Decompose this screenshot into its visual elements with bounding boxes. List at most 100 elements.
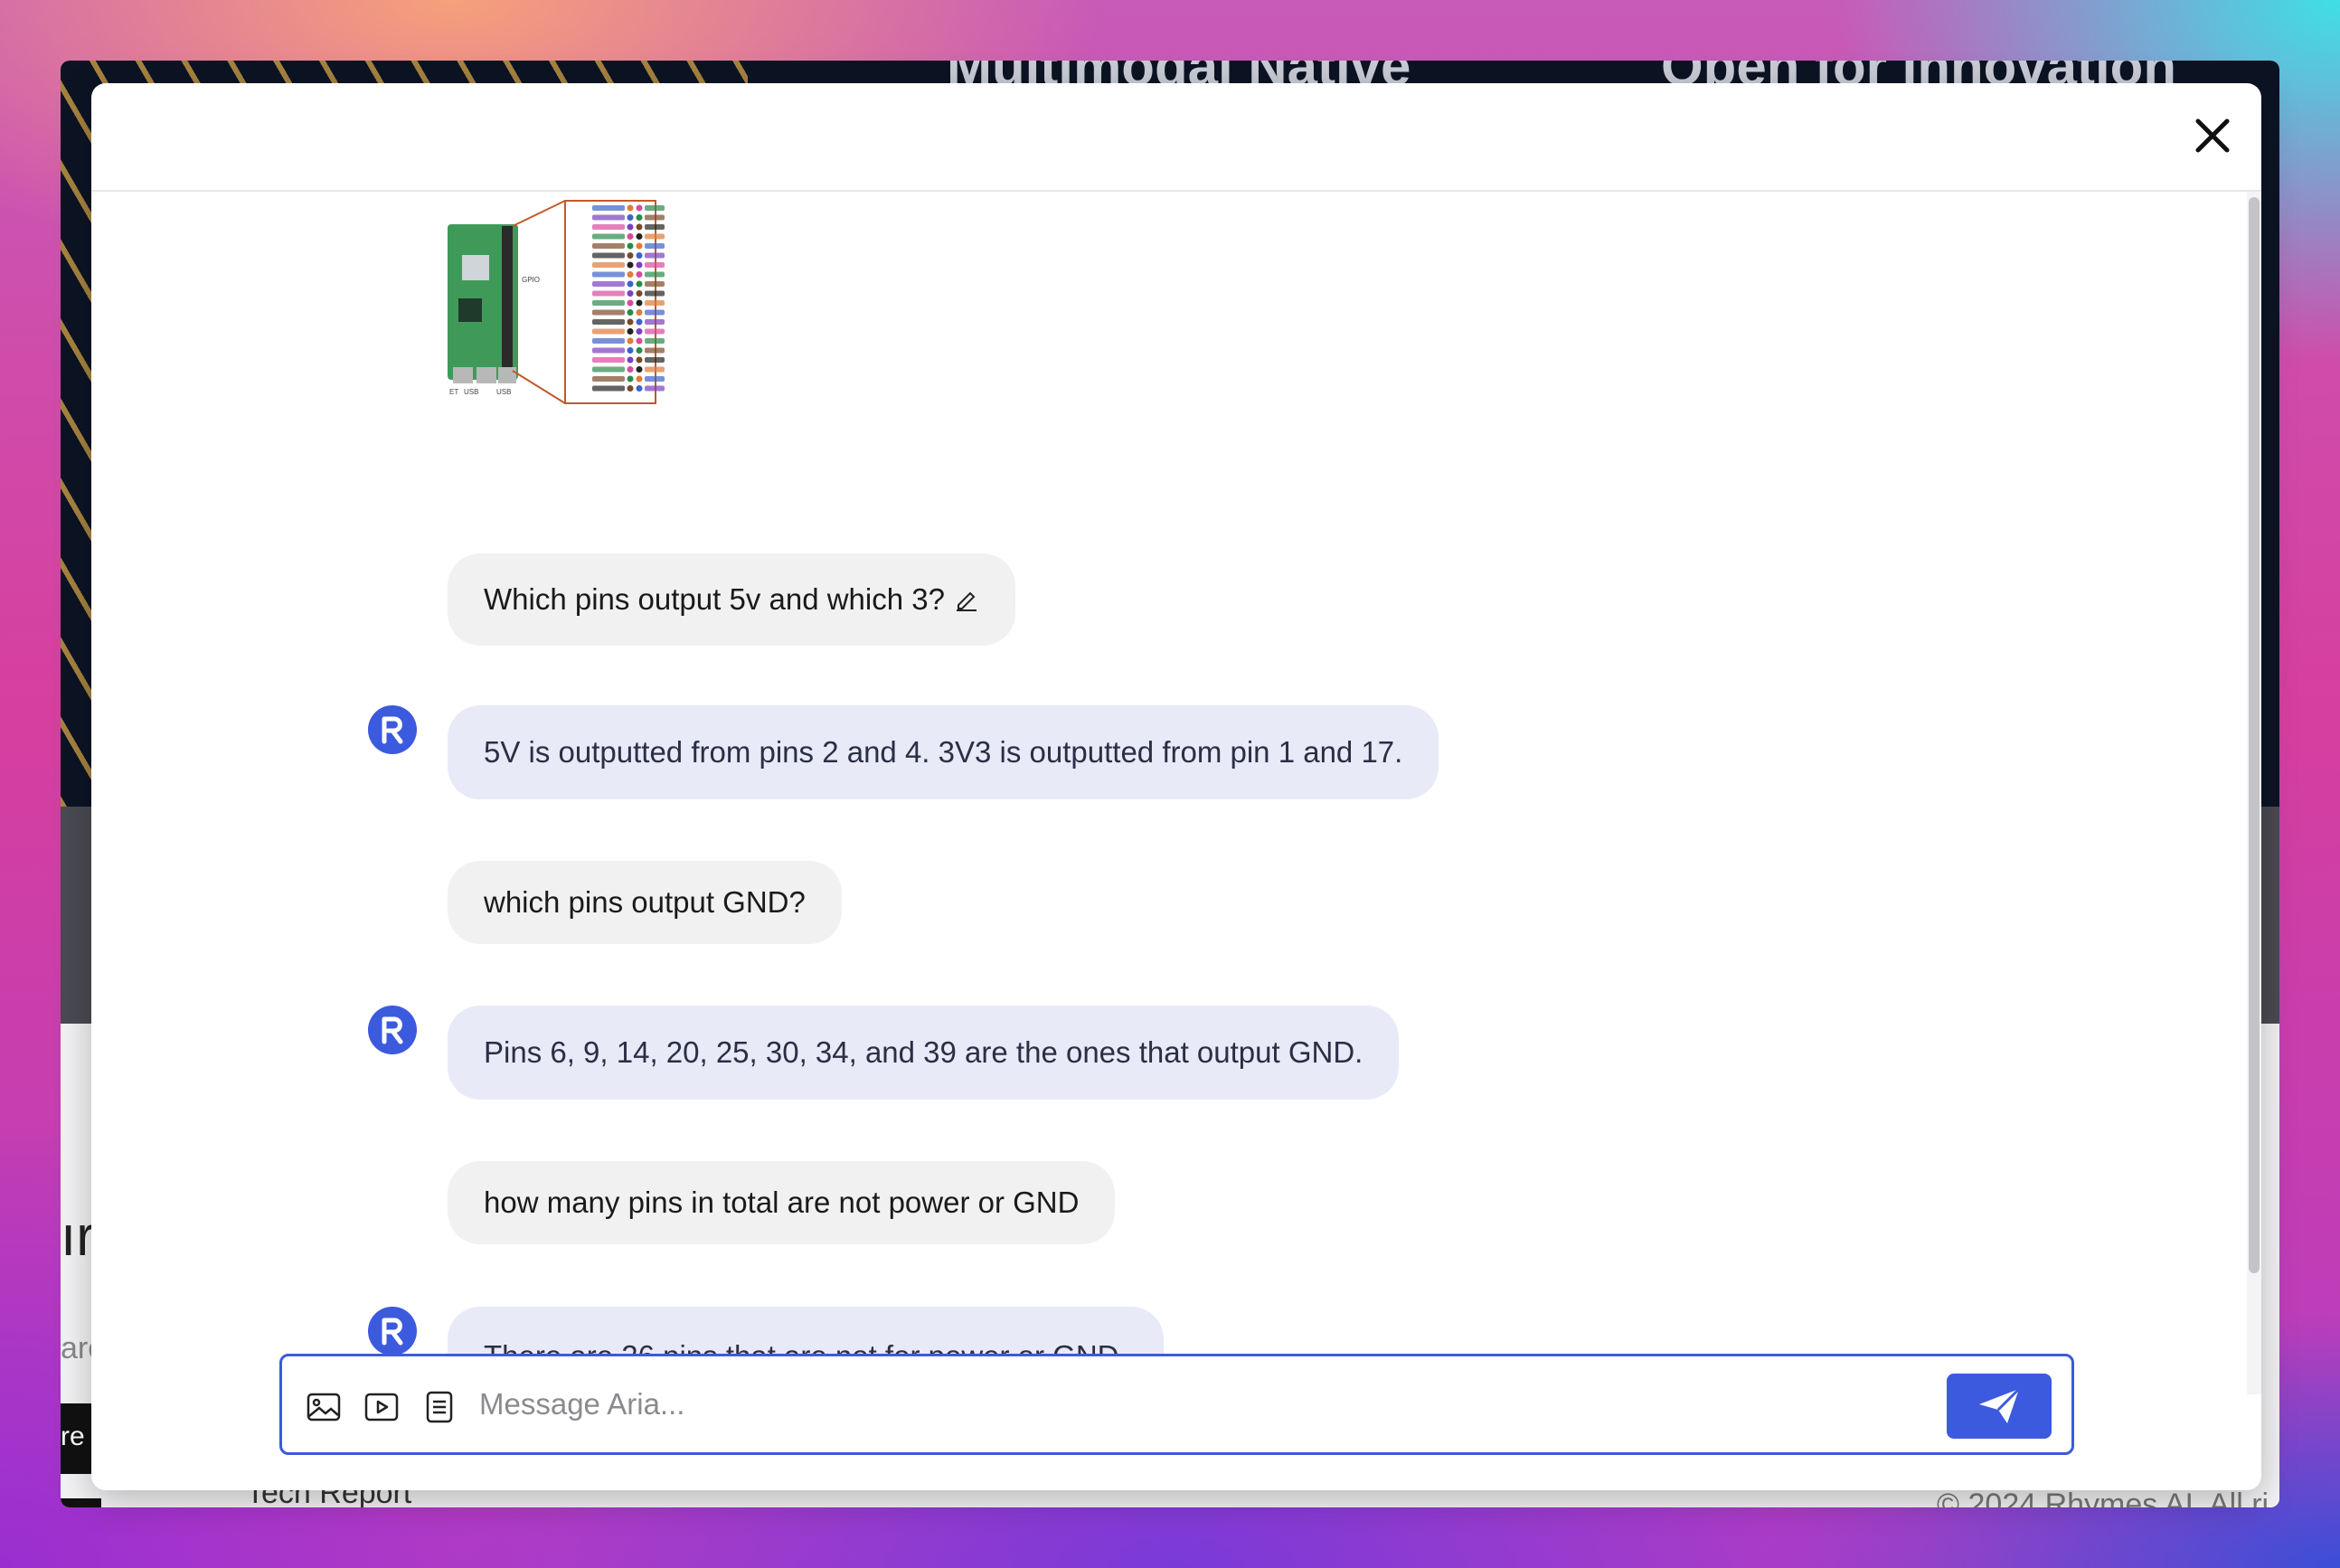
pin-dot xyxy=(627,271,634,278)
document-icon xyxy=(426,1391,453,1423)
svg-text:USB: USB xyxy=(496,388,511,396)
pin-label xyxy=(592,309,625,316)
pin-label xyxy=(592,243,625,249)
pin-label xyxy=(645,366,665,373)
pin-label xyxy=(645,385,665,392)
pin-dot xyxy=(636,356,643,364)
pin-dot xyxy=(627,223,634,231)
pin-dot xyxy=(636,242,643,250)
pin-label xyxy=(645,252,665,259)
pin-dot xyxy=(636,375,643,383)
pin-dot xyxy=(627,214,634,221)
pin-label xyxy=(592,214,625,221)
pin-label xyxy=(592,224,625,230)
svg-text:GPIO: GPIO xyxy=(522,276,540,284)
pin-label xyxy=(592,328,625,335)
user-message: Which pins output 5v and which 3? xyxy=(448,553,1015,646)
pin-label xyxy=(645,309,665,316)
pin-dot xyxy=(636,385,643,392)
pin-label xyxy=(592,338,625,344)
pin-dot xyxy=(627,233,634,240)
pin-label xyxy=(592,233,625,240)
pin-label xyxy=(645,262,665,268)
play-store-badge[interactable]: ay xyxy=(61,1498,101,1507)
pin-label xyxy=(645,233,665,240)
message-text: how many pins in total are not power or … xyxy=(484,1185,1080,1219)
pin-label xyxy=(645,224,665,230)
pin-dot xyxy=(627,252,634,259)
svg-text:USB: USB xyxy=(464,388,478,396)
assistant-avatar xyxy=(368,1006,417,1054)
pin-dot xyxy=(636,290,643,297)
scrollbar-thumb[interactable] xyxy=(2249,197,2260,1273)
pin-label xyxy=(645,300,665,306)
footer-copyright: © 2024 Rhymes AI. All ri xyxy=(1937,1488,2269,1507)
pin-dot xyxy=(636,252,643,259)
message-text: Pins 6, 9, 14, 20, 25, 30, 34, and 39 ar… xyxy=(484,1035,1363,1069)
pin-dot xyxy=(627,204,634,212)
pin-dot xyxy=(636,328,643,335)
pin-dot xyxy=(627,309,634,316)
pin-dot xyxy=(627,261,634,269)
close-icon xyxy=(2195,118,2230,153)
pin-dot xyxy=(636,318,643,326)
pin-dot xyxy=(636,214,643,221)
upload-image-button[interactable] xyxy=(306,1389,342,1425)
pin-dot xyxy=(636,261,643,269)
chat-modal: ET USB USB GPIO Which pins output 5v and… xyxy=(91,83,2261,1490)
upload-document-button[interactable] xyxy=(421,1389,458,1425)
pin-dot xyxy=(627,337,634,345)
pin-label xyxy=(592,376,625,382)
assistant-avatar xyxy=(368,1307,417,1355)
rhymes-logo-icon xyxy=(382,1318,403,1346)
message-text: Which pins output 5v and which 3? xyxy=(484,582,945,616)
pin-dot xyxy=(627,280,634,288)
pin-dot xyxy=(627,242,634,250)
assistant-message: Pins 6, 9, 14, 20, 25, 30, 34, and 39 ar… xyxy=(448,1006,1400,1100)
pin-label xyxy=(592,205,625,211)
pin-dot xyxy=(636,223,643,231)
message-text: which pins output GND? xyxy=(484,885,806,919)
message-input[interactable] xyxy=(479,1376,1926,1432)
pin-label xyxy=(592,281,625,287)
pin-label xyxy=(592,366,625,373)
pin-label xyxy=(645,205,665,211)
pin-dot xyxy=(636,299,643,307)
chat-messages: ET USB USB GPIO Which pins output 5v and… xyxy=(91,192,2261,1394)
upload-video-button[interactable] xyxy=(363,1389,400,1425)
pin-dot xyxy=(636,309,643,316)
pin-label xyxy=(645,338,665,344)
user-message: which pins output GND? xyxy=(448,861,842,944)
message-composer xyxy=(279,1354,2074,1455)
user-message: how many pins in total are not power or … xyxy=(448,1161,1116,1244)
pin-dot xyxy=(636,233,643,240)
pin-label xyxy=(592,319,625,325)
rhymes-logo-icon xyxy=(382,1016,403,1044)
message-text: 5V is outputted from pins 2 and 4. 3V3 i… xyxy=(484,735,1403,769)
pin-dot xyxy=(627,290,634,297)
send-button[interactable] xyxy=(1947,1374,2052,1439)
chat-scrollbar[interactable] xyxy=(2247,192,2261,1394)
pin-label xyxy=(592,290,625,297)
close-button[interactable] xyxy=(2187,110,2238,161)
pin-dot xyxy=(636,280,643,288)
modal-header xyxy=(91,83,2261,192)
pin-label xyxy=(592,271,625,278)
pin-label xyxy=(592,347,625,354)
attached-image-pinout[interactable]: ET USB USB GPIO xyxy=(448,199,668,405)
pin-dot xyxy=(636,271,643,278)
background-side-text: ır xyxy=(61,1205,95,1268)
pin-label xyxy=(645,271,665,278)
pin-dot xyxy=(627,385,634,392)
pin-dot xyxy=(636,204,643,212)
pin-label xyxy=(592,252,625,259)
pin-label xyxy=(645,357,665,363)
pin-dot xyxy=(636,337,643,345)
pin-dot xyxy=(636,366,643,373)
pin-label xyxy=(645,328,665,335)
pin-label xyxy=(592,357,625,363)
pin-dot xyxy=(627,347,634,354)
edit-icon[interactable] xyxy=(954,587,979,612)
pin-dot xyxy=(627,328,634,335)
video-icon xyxy=(364,1393,399,1422)
